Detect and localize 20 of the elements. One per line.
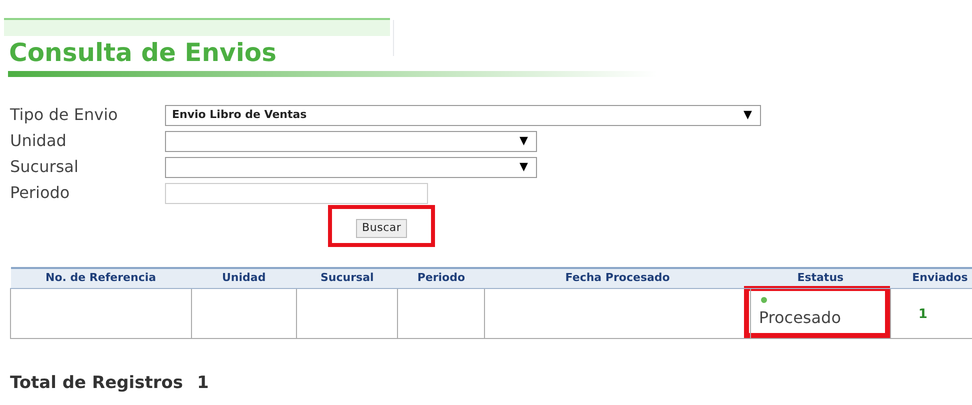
total-label: Total de Registros [10, 372, 184, 394]
dropdown[interactable]: ▼ [165, 130, 537, 152]
column-header: Enviados [890, 268, 972, 288]
status-text: Procesado [758, 306, 842, 328]
column-header: No. de Referencia [10, 268, 192, 288]
field-label: Periodo [10, 182, 71, 204]
column-header: Sucursal [296, 268, 398, 288]
field-label: Sucursal [10, 156, 80, 178]
field-label: Tipo de Envio [10, 104, 119, 126]
total-count: 1 [197, 372, 209, 394]
page-title: Consulta de Envios [9, 37, 276, 69]
input-field[interactable] [165, 182, 428, 204]
field-label: Unidad [10, 130, 68, 152]
search-button[interactable]: Buscar [356, 218, 408, 238]
table-cell-text: 1 [918, 307, 928, 322]
column-header: Fecha Procesado [484, 268, 750, 288]
column-header: Periodo [398, 268, 485, 288]
dropdown[interactable]: Envio Libro de Ventas ▼ [165, 104, 761, 126]
column-header: Unidad [191, 268, 297, 288]
dropdown[interactable]: ▼ [165, 156, 537, 178]
